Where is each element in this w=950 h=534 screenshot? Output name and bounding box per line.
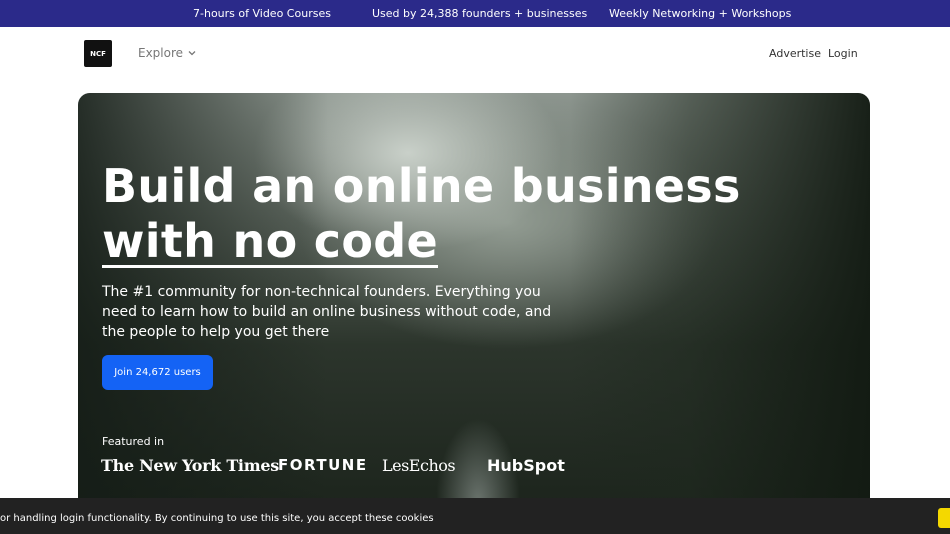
- headline-line-1: Build an online business: [102, 159, 741, 213]
- lesechos-logo: LesEchos: [382, 456, 456, 475]
- hero-subtext: The #1 community for non-technical found…: [102, 284, 552, 340]
- headline-line-2: with no code: [102, 214, 438, 268]
- login-link[interactable]: Login: [828, 47, 858, 60]
- explore-menu[interactable]: Explore: [138, 46, 197, 60]
- featured-in-label: Featured in: [102, 435, 165, 448]
- explore-label: Explore: [138, 46, 184, 60]
- hero-section: Build an online business with no code Th…: [78, 93, 870, 513]
- cookie-text: or handling login functionality. By cont…: [0, 513, 434, 524]
- cookie-accept-button[interactable]: [938, 508, 950, 528]
- announcement-courses: 7-hours of Video Courses: [193, 7, 331, 20]
- hero-headline: Build an online business with no code: [102, 159, 741, 269]
- announcement-bar: 7-hours of Video Courses Used by 24,388 …: [0, 0, 950, 27]
- ncf-logo[interactable]: NCF: [84, 40, 112, 67]
- join-button[interactable]: Join 24,672 users: [102, 355, 213, 390]
- advertise-link[interactable]: Advertise: [769, 47, 821, 60]
- fortune-logo: FORTUNE: [278, 456, 368, 474]
- cookie-banner: or handling login functionality. By cont…: [0, 498, 950, 534]
- chevron-down-icon: [188, 51, 196, 56]
- announcement-founders: Used by 24,388 founders + businesses: [372, 7, 588, 20]
- navbar: NCF Explore Advertise Login: [0, 27, 950, 81]
- announcement-networking: Weekly Networking + Workshops: [609, 7, 792, 20]
- nyt-logo: The New York Times: [101, 456, 279, 475]
- river-background: [408, 363, 548, 513]
- forest-background-right: [570, 93, 870, 513]
- hubspot-logo: HubSpot: [487, 456, 565, 475]
